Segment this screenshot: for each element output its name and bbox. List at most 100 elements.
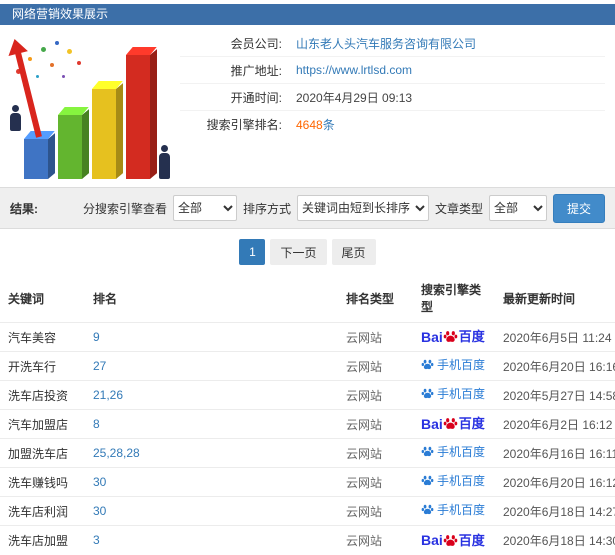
keyword-cell: 汽车美容 [0, 322, 85, 352]
keyword-cell: 洗车赚钱吗 [0, 467, 85, 497]
keyword-cell: 加盟洗车店 [0, 438, 85, 468]
baidu-latin-text: Bai [421, 328, 443, 345]
filter-controls: 分搜索引擎查看 全部 排序方式 关键词由短到长排序 文章类型 全部 提交 [82, 193, 605, 223]
engine-cell: 手机百度 [413, 438, 495, 468]
sort-select[interactable]: 关键词由短到长排序 [296, 195, 429, 221]
update-time-cell: 2020年6月16日 16:11 [495, 438, 615, 468]
page-number-current[interactable]: 1 [239, 239, 266, 265]
baidu-paw-icon [443, 418, 458, 430]
open-time-label: 开通时间: [230, 90, 282, 105]
company-label: 会员公司: [230, 36, 282, 51]
engine-cell: Bai 百度 [413, 525, 495, 555]
baidu-cn-text: 百度 [458, 329, 485, 345]
mobile-baidu-paw-icon [421, 359, 434, 370]
mobile-baidu-logo: 手机百度 [421, 387, 485, 400]
engine-rank-unit: 条 [322, 118, 335, 132]
update-time-cell: 2020年6月18日 14:30 [495, 525, 615, 555]
site-row: 推广地址: https://www.lrtlsd.com [180, 57, 605, 84]
rank-cell: 25,28,28 [85, 438, 338, 468]
sort-label: 排序方式 [242, 201, 291, 216]
engine-filter-label: 分搜索引擎查看 [82, 201, 167, 216]
rank-link[interactable]: 27 [93, 359, 106, 373]
submit-button[interactable]: 提交 [552, 193, 605, 223]
baidu-logo: Bai 百度 [421, 533, 485, 548]
table-row: 汽车美容 9 云网站 Bai 百度 2020年6月5日 11:24 [0, 322, 615, 352]
rank-type-cell: 云网站 [338, 409, 413, 439]
table-row: 加盟洗车店 25,28,28 云网站 手机百度 2020年6月16日 16:11 [0, 438, 615, 468]
table-row: 开洗车行 27 云网站 手机百度 2020年6月20日 16:16 [0, 351, 615, 381]
rank-cell: 21,26 [85, 380, 338, 410]
rank-type-cell: 云网站 [338, 322, 413, 352]
chart-bar [126, 55, 150, 179]
rank-link[interactable]: 25,28,28 [93, 446, 140, 460]
update-time-cell: 2020年5月27日 14:58 [495, 380, 615, 410]
rank-link[interactable]: 21,26 [93, 388, 123, 402]
rank-type-cell: 云网站 [338, 525, 413, 555]
keyword-cell: 洗车店投资 [0, 380, 85, 410]
rank-cell: 8 [85, 409, 338, 439]
engine-cell: 手机百度 [413, 467, 495, 497]
engine-cell: Bai 百度 [413, 322, 495, 352]
column-header: 排名类型 [346, 291, 395, 306]
chart-bar [92, 89, 116, 179]
engine-cell: 手机百度 [413, 380, 495, 410]
rank-type-cell: 云网站 [338, 380, 413, 410]
site-label: 推广地址: [230, 63, 282, 78]
rank-type-cell: 云网站 [338, 351, 413, 381]
keyword-cell: 洗车店加盟 [0, 525, 85, 555]
engine-rank-row: 搜索引擎排名: 4648 条 [180, 111, 605, 138]
open-time-value: 2020年4月29日 09:13 [296, 90, 413, 105]
baidu-latin-text: Bai [421, 532, 443, 548]
baidu-paw-icon [443, 331, 458, 343]
baidu-cn-text: 百度 [458, 416, 485, 432]
baidu-cn-text: 百度 [458, 532, 485, 548]
engine-cell: Bai 百度 [413, 409, 495, 439]
mobile-baidu-paw-icon [421, 475, 434, 486]
baidu-latin-text: Bai [421, 415, 443, 432]
mobile-baidu-logo: 手机百度 [421, 474, 485, 487]
mobile-baidu-logo: 手机百度 [421, 358, 485, 371]
page-header: 网络营销效果展示 [0, 4, 615, 25]
mobile-baidu-label: 手机百度 [437, 473, 486, 488]
result-label: 结果: [10, 201, 38, 216]
mobile-baidu-logo: 手机百度 [421, 445, 485, 458]
baidu-logo: Bai 百度 [421, 416, 485, 431]
rank-link[interactable]: 9 [93, 330, 100, 344]
rank-link[interactable]: 3 [93, 533, 100, 547]
mobile-baidu-label: 手机百度 [437, 444, 486, 459]
ranking-table: 关键词 排名 排名类型 搜索引擎类型 最新更新时间 汽车美容 9 云网站 Bai 百度 … [0, 274, 615, 555]
update-time-cell: 2020年6月2日 16:12 [495, 409, 615, 439]
mobile-baidu-paw-icon [421, 504, 434, 515]
pagination: 1 下一页 尾页 [0, 239, 615, 265]
rank-type-cell: 云网站 [338, 467, 413, 497]
last-page-link[interactable]: 尾页 [331, 239, 376, 265]
person-figure [10, 105, 21, 131]
rank-cell: 30 [85, 467, 338, 497]
rank-link[interactable]: 8 [93, 417, 100, 431]
rank-link[interactable]: 30 [93, 504, 106, 518]
rank-type-cell: 云网站 [338, 438, 413, 468]
article-type-label: 文章类型 [434, 201, 483, 216]
next-page-link[interactable]: 下一页 [270, 239, 327, 265]
table-header-row: 关键词 排名 排名类型 搜索引擎类型 最新更新时间 [0, 274, 615, 323]
rank-cell: 9 [85, 322, 338, 352]
company-link[interactable]: 山东老人头汽车服务咨询有限公司 [296, 35, 476, 52]
engine-filter-select[interactable]: 全部 [172, 195, 237, 221]
mobile-baidu-logo: 手机百度 [421, 503, 485, 516]
article-type-select[interactable]: 全部 [488, 195, 547, 221]
mobile-baidu-label: 手机百度 [437, 386, 486, 401]
mobile-baidu-label: 手机百度 [437, 502, 486, 517]
chart-bar [58, 115, 82, 179]
rank-cell: 30 [85, 496, 338, 526]
column-header: 搜索引擎类型 [421, 283, 482, 314]
person-figure [159, 145, 170, 179]
table-row: 洗车店加盟 3 云网站 Bai 百度 2020年6月18日 14:30 [0, 525, 615, 555]
engine-cell: 手机百度 [413, 351, 495, 381]
rank-link[interactable]: 30 [93, 475, 106, 489]
engine-rank-label: 搜索引擎排名: [206, 118, 282, 132]
site-link[interactable]: https://www.lrtlsd.com [296, 63, 412, 77]
keyword-cell: 开洗车行 [0, 351, 85, 381]
baidu-paw-icon [443, 534, 458, 546]
bar-chart-illustration [8, 31, 178, 183]
column-header: 关键词 [8, 291, 45, 306]
